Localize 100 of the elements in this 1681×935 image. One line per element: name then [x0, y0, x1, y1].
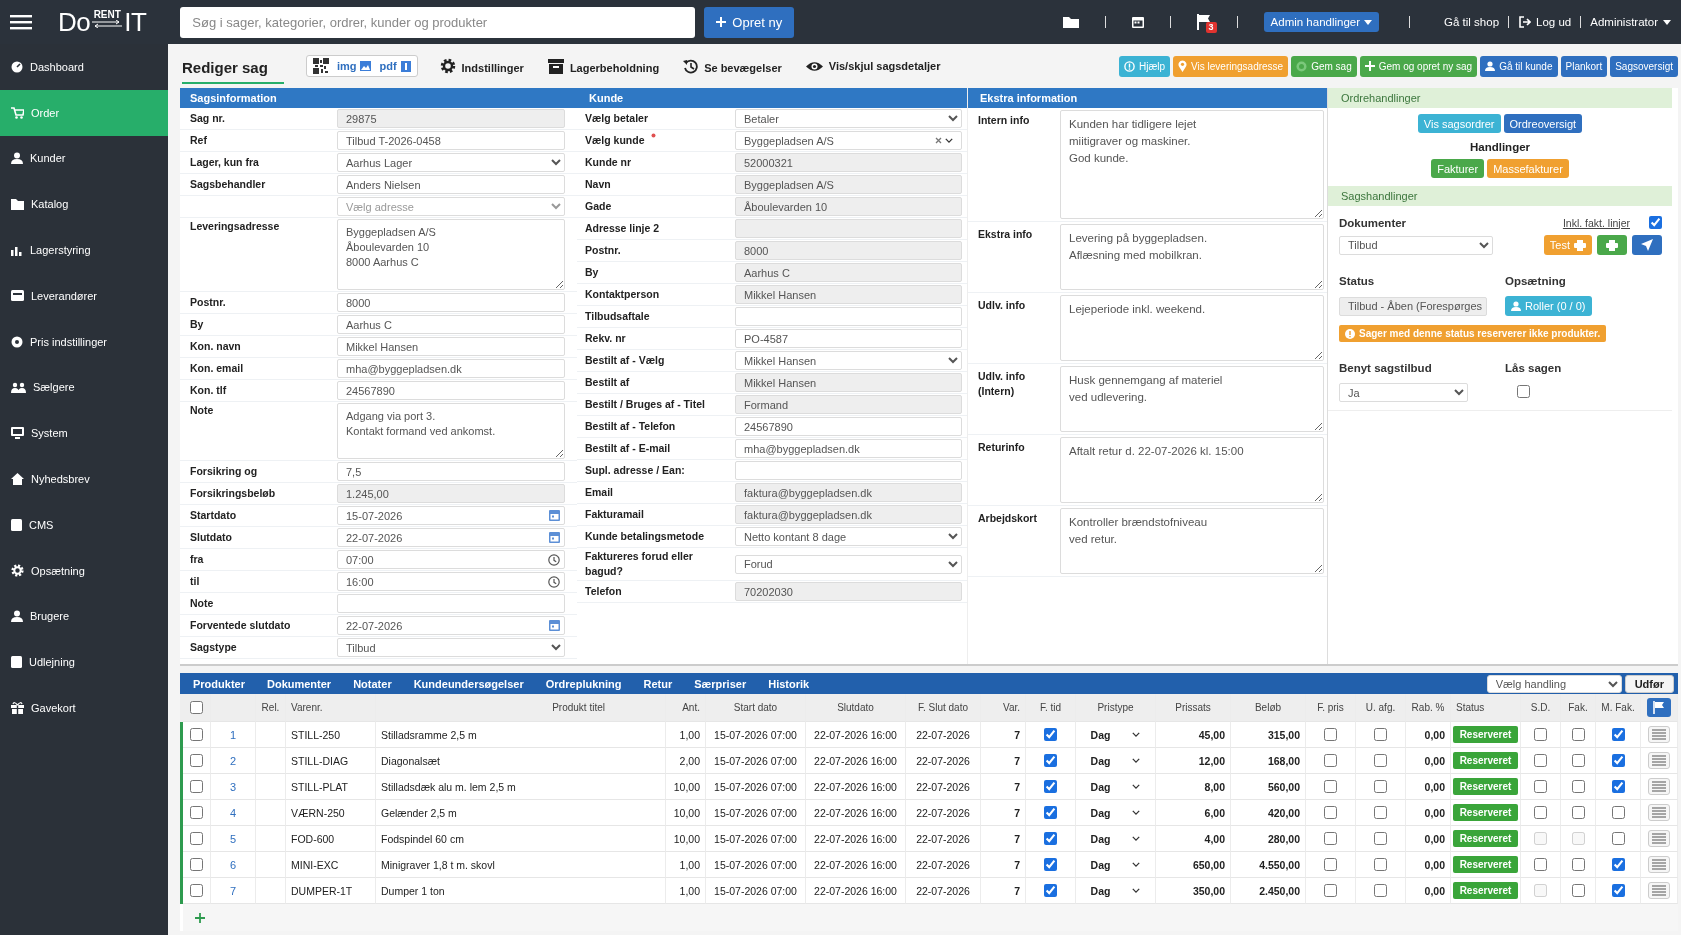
select-field[interactable]: Tilbud: [337, 638, 565, 657]
checkbox[interactable]: [1611, 858, 1625, 871]
tab[interactable]: Historik: [759, 677, 819, 690]
text-field[interactable]: mha@byggepladsen.dk: [337, 359, 565, 378]
price-type-select[interactable]: Dag: [1090, 832, 1141, 845]
include-lines-link[interactable]: Inkl. fakt. linjer: [1562, 216, 1630, 229]
export-link[interactable]: img: [336, 60, 357, 72]
row-number-link[interactable]: 1: [229, 728, 237, 741]
checkbox[interactable]: [1044, 728, 1057, 741]
textarea-field[interactable]: Husk gennemgang af materiel ved udlevering.: [1060, 366, 1324, 432]
search-field[interactable]: Søg i sager, kategorier, ordrer, kunder og produkter: [180, 6, 696, 38]
tab[interactable]: Kundeundersøgelser: [404, 677, 533, 690]
text-field[interactable]: Tilbud T-2026-0458: [337, 131, 565, 150]
text-field[interactable]: 7,5: [337, 462, 565, 481]
toolbar-button[interactable]: Gå til kunde: [1480, 55, 1558, 77]
price-type-select[interactable]: Dag: [1090, 754, 1141, 767]
checkbox[interactable]: [1571, 754, 1585, 767]
select-field[interactable]: Mikkel Hansen: [735, 351, 962, 370]
sidebar-item[interactable]: Kunder: [0, 135, 168, 182]
checkbox[interactable]: [1374, 858, 1387, 871]
text-field[interactable]: Byggepladsen A/S: [735, 175, 962, 194]
checkbox[interactable]: [1611, 884, 1625, 897]
text-field[interactable]: Mikkel Hansen: [735, 285, 962, 304]
sidebar-item[interactable]: Udlejning: [0, 639, 168, 686]
date-field[interactable]: 22-07-2026: [337, 616, 565, 635]
checkbox[interactable]: [190, 701, 203, 714]
checkbox[interactable]: [190, 728, 203, 741]
sidebar-item[interactable]: CMS: [0, 501, 168, 548]
text-field[interactable]: 29875: [337, 109, 565, 128]
toolbar-link[interactable]: Indstillinger: [439, 58, 524, 74]
select-field[interactable]: Betaler: [735, 109, 962, 128]
send-button[interactable]: [1632, 235, 1662, 255]
checkbox[interactable]: [1374, 754, 1387, 767]
checkbox[interactable]: [1611, 728, 1625, 741]
checkbox[interactable]: [1534, 780, 1547, 793]
create-button[interactable]: Opret ny: [704, 6, 795, 38]
sidebar-item[interactable]: Katalog: [0, 181, 168, 228]
text-field[interactable]: faktura@byggepladsen.dk: [735, 483, 962, 502]
add-row-button[interactable]: [195, 912, 205, 923]
date-field[interactable]: 15-07-2026: [337, 506, 565, 525]
sidebar-item[interactable]: Sælgere: [0, 364, 168, 411]
checkbox[interactable]: [1044, 884, 1057, 897]
textarea-field[interactable]: Levering på byggepladsen. Aflæsning med mobilkran.: [1060, 224, 1324, 290]
textarea-field[interactable]: Lejeperiode inkl. weekend.: [1060, 295, 1324, 361]
checkbox[interactable]: [1324, 780, 1337, 793]
checkbox[interactable]: [1374, 832, 1387, 845]
sidebar-item[interactable]: Dashboard: [0, 44, 168, 90]
sidebar-item[interactable]: Gavekort: [0, 685, 168, 731]
date-field[interactable]: 22-07-2026: [337, 528, 565, 547]
sidebar-item[interactable]: System: [0, 410, 168, 457]
row-number-link[interactable]: 6: [229, 858, 237, 871]
checkbox[interactable]: [1374, 780, 1387, 793]
price-type-select[interactable]: Dag: [1090, 806, 1141, 819]
textarea-field[interactable]: Kunden har tidligere lejet miitigraver og maskiner. God kunde.: [1060, 110, 1324, 219]
checkbox[interactable]: [1374, 884, 1387, 897]
export-link[interactable]: pdf: [379, 60, 397, 72]
checkbox[interactable]: [1324, 754, 1337, 767]
textarea-field[interactable]: Aftalt retur d. 22-07-2026 kl. 15:00: [1060, 437, 1324, 503]
row-number-link[interactable]: 3: [229, 780, 237, 793]
sidebar-item[interactable]: Opsætning: [0, 547, 168, 594]
checkbox[interactable]: [1611, 780, 1625, 793]
flag-button[interactable]: [1647, 698, 1671, 717]
text-field[interactable]: [337, 594, 565, 613]
text-field[interactable]: 52000321: [735, 153, 962, 172]
checkbox[interactable]: [190, 832, 203, 845]
checkbox[interactable]: [190, 884, 203, 897]
checkbox[interactable]: [1534, 754, 1547, 767]
customer-select[interactable]: Byggepladsen A/S: [735, 131, 962, 150]
checkbox[interactable]: [1649, 216, 1662, 229]
toolbar-link[interactable]: Vis/skjul sagsdetaljer: [805, 60, 941, 72]
text-field[interactable]: 70202030: [735, 582, 962, 601]
row-number-link[interactable]: 4: [229, 806, 237, 819]
toolbar-button[interactable]: Sagsoversigt: [1610, 55, 1678, 77]
checkbox[interactable]: [1044, 780, 1057, 793]
checkbox[interactable]: [1044, 806, 1057, 819]
checkbox[interactable]: [1571, 728, 1585, 741]
checkbox[interactable]: [190, 754, 203, 767]
price-type-select[interactable]: Dag: [1090, 858, 1141, 871]
select-field[interactable]: Netto kontant 8 dage: [735, 527, 962, 546]
sidebar-item[interactable]: Brugere: [0, 593, 168, 640]
checkbox[interactable]: [190, 780, 203, 793]
select-field[interactable]: Tilbud: [1339, 235, 1493, 255]
text-field[interactable]: 8000: [735, 241, 962, 260]
tab[interactable]: Dokumenter: [257, 677, 341, 690]
toolbar-link[interactable]: Se bevægelser: [683, 58, 782, 74]
checkbox[interactable]: [1044, 858, 1057, 871]
checkbox[interactable]: [1571, 884, 1585, 897]
checkbox[interactable]: [1324, 728, 1337, 741]
tab[interactable]: Notater: [344, 677, 401, 690]
text-field[interactable]: Formand: [735, 395, 962, 414]
text-field[interactable]: Aarhus C: [735, 263, 962, 282]
text-field[interactable]: mha@byggepladsen.dk: [735, 439, 962, 458]
checkbox[interactable]: [1324, 806, 1337, 819]
checkbox[interactable]: [1374, 728, 1387, 741]
text-field[interactable]: [735, 461, 962, 480]
sidebar-item[interactable]: Lagerstyring: [0, 227, 168, 273]
textarea-field[interactable]: Byggepladsen A/S Åboulevarden 10 8000 Aarhus C: [337, 219, 565, 290]
checkbox[interactable]: [1571, 806, 1585, 819]
textarea-field[interactable]: Kontroller brændstofniveau ved retur.: [1060, 508, 1324, 574]
tab[interactable]: Ordreplukning: [536, 677, 631, 690]
